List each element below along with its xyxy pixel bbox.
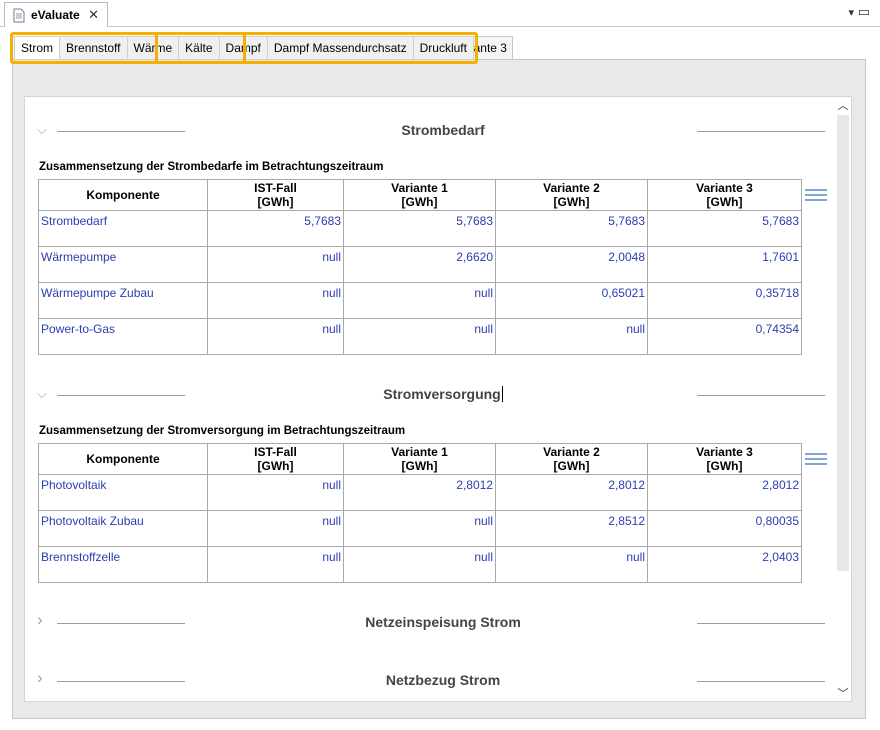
- subtab-brennstoff[interactable]: Brennstoff: [59, 36, 127, 60]
- menu-bar: [805, 189, 827, 191]
- section-title-text: Stromversorgung: [383, 386, 501, 402]
- sub-tab-bar: Strom Brennstoff Wärme Kälte Dampf Dampf Mass…: [14, 36, 474, 60]
- component-cell[interactable]: Strombedarf: [38, 210, 208, 247]
- value-cell[interactable]: 2,8012: [343, 474, 496, 511]
- close-icon[interactable]: ✕: [88, 7, 99, 23]
- value-cell[interactable]: 0,65021: [495, 282, 648, 319]
- menu-bar: [805, 199, 827, 201]
- hamburger-menu-icon[interactable]: [805, 453, 827, 469]
- section-title: Netzeinspeisung Strom: [25, 614, 851, 630]
- section-header-netzbezug-strom[interactable]: › Netzbezug Strom: [25, 668, 833, 693]
- column-header[interactable]: Variante 2 [GWh]: [495, 443, 648, 475]
- value-cell[interactable]: 2,8012: [495, 474, 648, 511]
- subtab-strom[interactable]: Strom: [14, 36, 60, 60]
- column-header[interactable]: Komponente: [38, 443, 208, 475]
- menu-bar: [805, 453, 827, 455]
- scroll-up-icon[interactable]: ︿: [835, 97, 851, 113]
- scrollbar-thumb[interactable]: [837, 115, 849, 571]
- value-cell[interactable]: 1,7601: [647, 246, 802, 283]
- value-cell[interactable]: null: [207, 318, 344, 355]
- scroll-content: ︿ ﹀ ⌵ Strombedarf Zusammensetzung der Stro…: [24, 96, 852, 702]
- component-cell[interactable]: Brennstoffzelle: [38, 546, 208, 583]
- column-header[interactable]: Variante 3 [GWh]: [647, 179, 802, 211]
- menu-bar: [805, 463, 827, 465]
- value-cell[interactable]: 2,6620: [343, 246, 496, 283]
- section-title: Strombedarf: [25, 122, 851, 138]
- value-cell[interactable]: 2,8512: [495, 510, 648, 547]
- value-cell[interactable]: null: [207, 546, 344, 583]
- section-title: Netzbezug Strom: [25, 672, 851, 688]
- section-header-netzeinspeisung-strom[interactable]: › Netzeinspeisung Strom: [25, 610, 833, 635]
- text-cursor: [501, 386, 503, 402]
- subtab-druckluft[interactable]: Druckluft: [412, 36, 474, 60]
- table-caption: Zusammensetzung der Strombedarfe im Betr…: [39, 161, 384, 173]
- value-cell[interactable]: 0,74354: [647, 318, 802, 355]
- hamburger-menu-icon[interactable]: [805, 189, 827, 205]
- table-row[interactable]: Brennstoffzelle null null null 2,0403: [38, 546, 802, 583]
- minimize-icon[interactable]: ▭: [858, 4, 870, 20]
- value-cell[interactable]: 2,0048: [495, 246, 648, 283]
- component-cell[interactable]: Wärmepumpe: [38, 246, 208, 283]
- component-cell[interactable]: Photovoltaik Zubau: [38, 510, 208, 547]
- data-table-stromversorgung: Komponente IST-Fall [GWh] Variante 1 [GWh]…: [38, 443, 802, 583]
- section-header-stromversorgung[interactable]: ⌵ Stromversorgung: [25, 383, 833, 407]
- value-cell[interactable]: 0,35718: [647, 282, 802, 319]
- value-cell[interactable]: null: [495, 318, 648, 355]
- section-title: Stromversorgung: [25, 386, 851, 402]
- column-header[interactable]: Variante 1 [GWh]: [343, 443, 496, 475]
- editor-title-strip: eValuate ✕ ▾ ▭: [0, 0, 880, 27]
- value-cell[interactable]: null: [207, 282, 344, 319]
- editor-tab-title: eValuate: [31, 8, 80, 22]
- data-table-strombedarf: Komponente IST-Fall [GWh] Variante 1 [GWh]…: [38, 179, 802, 355]
- value-cell[interactable]: null: [207, 474, 344, 511]
- value-cell[interactable]: 2,0403: [647, 546, 802, 583]
- value-cell[interactable]: 5,7683: [343, 210, 496, 247]
- section-title-text: Netzbezug Strom: [385, 672, 501, 688]
- column-header[interactable]: IST-Fall [GWh]: [207, 179, 344, 211]
- column-header[interactable]: Variante 2 [GWh]: [495, 179, 648, 211]
- subtab-dampf-massendurchsatz[interactable]: Dampf Massendurchsatz: [266, 36, 413, 60]
- column-header[interactable]: IST-Fall [GWh]: [207, 443, 344, 475]
- value-cell[interactable]: null: [343, 546, 496, 583]
- value-cell[interactable]: null: [495, 546, 648, 583]
- component-cell[interactable]: Photovoltaik: [38, 474, 208, 511]
- menu-bar: [805, 458, 827, 460]
- component-cell[interactable]: Wärmepumpe Zubau: [38, 282, 208, 319]
- value-cell[interactable]: null: [343, 282, 496, 319]
- value-cell[interactable]: null: [343, 510, 496, 547]
- value-cell[interactable]: null: [343, 318, 496, 355]
- value-cell[interactable]: 5,7683: [207, 210, 344, 247]
- table-caption: Zusammensetzung der Stromversorgung im B…: [39, 425, 406, 437]
- view-menu-icon[interactable]: ▾: [848, 6, 854, 19]
- menu-bar: [805, 194, 827, 196]
- value-cell[interactable]: 5,7683: [495, 210, 648, 247]
- section-title-text: Netzeinspeisung Strom: [365, 614, 521, 630]
- section-title-text: Strombedarf: [401, 122, 485, 138]
- value-cell[interactable]: null: [207, 510, 344, 547]
- column-header[interactable]: Komponente: [38, 179, 208, 211]
- table-row[interactable]: Wärmepumpe null 2,6620 2,0048 1,7601: [38, 246, 802, 283]
- table-header-row: Komponente IST-Fall [GWh] Variante 1 [GWh]…: [38, 179, 802, 211]
- subtab-waerme[interactable]: Wärme: [126, 36, 179, 60]
- table-header-row: Komponente IST-Fall [GWh] Variante 1 [GWh]…: [38, 443, 802, 475]
- table-row[interactable]: Power-to-Gas null null null 0,74354: [38, 318, 802, 355]
- document-icon: [13, 8, 25, 22]
- value-cell[interactable]: 5,7683: [647, 210, 802, 247]
- section-header-strombedarf[interactable]: ⌵ Strombedarf: [25, 119, 833, 143]
- value-cell[interactable]: 0,80035: [647, 510, 802, 547]
- editor-tab[interactable]: eValuate ✕: [4, 2, 108, 27]
- table-row[interactable]: Photovoltaik Zubau null null 2,8512 0,80035: [38, 510, 802, 547]
- column-header[interactable]: Variante 1 [GWh]: [343, 179, 496, 211]
- table-row[interactable]: Wärmepumpe Zubau null null 0,65021 0,35718: [38, 282, 802, 319]
- subtab-kaelte[interactable]: Kälte: [178, 36, 219, 60]
- value-cell[interactable]: 2,8012: [647, 474, 802, 511]
- subtab-dampf[interactable]: Dampf: [218, 36, 267, 60]
- table-row[interactable]: Photovoltaik null 2,8012 2,8012 2,8012: [38, 474, 802, 511]
- value-cell[interactable]: null: [207, 246, 344, 283]
- column-header[interactable]: Variante 3 [GWh]: [647, 443, 802, 475]
- component-cell[interactable]: Power-to-Gas: [38, 318, 208, 355]
- table-row[interactable]: Strombedarf 5,7683 5,7683 5,7683 5,7683: [38, 210, 802, 247]
